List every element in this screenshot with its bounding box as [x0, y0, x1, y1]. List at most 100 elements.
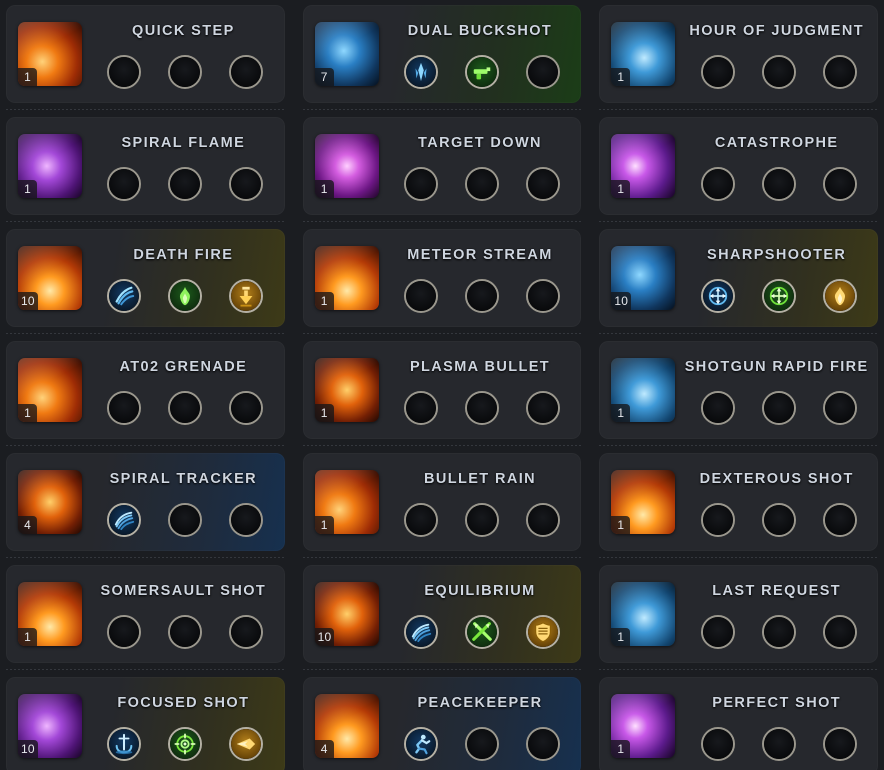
skill-card[interactable]: 1 QUICK STEP [6, 5, 285, 103]
skill-card[interactable]: 1 CATASTROPHE [599, 117, 878, 215]
rune-slot-empty[interactable] [700, 727, 735, 761]
skill-card[interactable]: 10 FOCUSED SHOT [6, 677, 285, 770]
rune-slot-green-gun-icon[interactable] [464, 55, 499, 89]
skill-icon[interactable]: 4 [18, 470, 82, 534]
rune-slot-empty[interactable] [525, 279, 560, 313]
rune-slot-empty[interactable] [761, 391, 796, 425]
skill-card[interactable]: 1 PERFECT SHOT [599, 677, 878, 770]
rune-slot-empty[interactable] [761, 727, 796, 761]
rune-slot-empty[interactable] [700, 167, 735, 201]
skill-cell[interactable]: 1 CATASTROPHE [593, 112, 884, 224]
rune-slot-empty[interactable] [107, 391, 142, 425]
skill-cell[interactable]: 1 LAST REQUEST [593, 560, 884, 672]
rune-slot-empty[interactable] [761, 167, 796, 201]
rune-slot-empty[interactable] [168, 503, 203, 537]
rune-slot-empty[interactable] [822, 615, 857, 649]
skill-card[interactable]: 10 SHARPSHOOTER [599, 229, 878, 327]
rune-slot-empty[interactable] [700, 503, 735, 537]
rune-slot-empty[interactable] [107, 615, 142, 649]
rune-slot-green-target-icon[interactable] [168, 727, 203, 761]
rune-slot-empty[interactable] [464, 503, 499, 537]
rune-slot-empty[interactable] [229, 503, 264, 537]
skill-card[interactable]: 1 PLASMA BULLET [302, 341, 582, 439]
skill-card[interactable]: 1 HOUR OF JUDGMENT [599, 5, 878, 103]
rune-slot-empty[interactable] [404, 391, 439, 425]
skill-icon[interactable]: 10 [611, 246, 676, 310]
skill-card[interactable]: 10 EQUILIBRIUM [302, 565, 582, 663]
rune-slot-blue-anchor-icon[interactable] [107, 727, 142, 761]
rune-slot-empty[interactable] [822, 503, 857, 537]
skill-card[interactable]: 1 METEOR STREAM [302, 229, 582, 327]
skill-icon[interactable]: 1 [611, 694, 676, 758]
skill-icon[interactable]: 1 [314, 246, 379, 310]
skill-icon[interactable]: 4 [314, 694, 379, 758]
skill-cell[interactable]: 4 PEACEKEEPER [297, 672, 588, 770]
skill-icon[interactable]: 1 [18, 134, 82, 198]
skill-cell[interactable]: 1 SHOTGUN RAPID FIRE [593, 336, 884, 448]
rune-slot-blue-claw-icon[interactable] [107, 279, 142, 313]
rune-slot-empty[interactable] [404, 167, 439, 201]
rune-slot-green-flame-icon[interactable] [168, 279, 203, 313]
rune-slot-empty[interactable] [229, 55, 264, 89]
rune-slot-empty[interactable] [464, 391, 499, 425]
rune-slot-empty[interactable] [761, 55, 796, 89]
skill-cell[interactable]: 7 DUAL BUCKSHOT [297, 0, 588, 112]
rune-slot-empty[interactable] [168, 391, 203, 425]
skill-cell[interactable]: 1 TARGET DOWN [297, 112, 588, 224]
rune-slot-empty[interactable] [822, 167, 857, 201]
rune-slot-empty[interactable] [229, 167, 264, 201]
skill-cell[interactable]: 1 PLASMA BULLET [297, 336, 588, 448]
rune-slot-empty[interactable] [168, 55, 203, 89]
rune-slot-empty[interactable] [107, 167, 142, 201]
rune-slot-empty[interactable] [700, 615, 735, 649]
rune-slot-empty[interactable] [107, 55, 142, 89]
skill-icon[interactable]: 1 [611, 470, 676, 534]
skill-card[interactable]: 1 TARGET DOWN [302, 117, 582, 215]
skill-icon[interactable]: 1 [611, 134, 676, 198]
skill-icon[interactable]: 1 [611, 358, 676, 422]
skill-cell[interactable]: 1 SOMERSAULT SHOT [0, 560, 291, 672]
rune-slot-empty[interactable] [761, 503, 796, 537]
rune-slot-empty[interactable] [525, 727, 560, 761]
skill-cell[interactable]: 1 AT02 GRENADE [0, 336, 291, 448]
rune-slot-gold-shield-icon[interactable] [525, 615, 560, 649]
rune-slot-empty[interactable] [822, 391, 857, 425]
skill-cell[interactable]: 1 DEXTEROUS SHOT [593, 448, 884, 560]
skill-card[interactable]: 4 SPIRAL TRACKER [6, 453, 285, 551]
rune-slot-empty[interactable] [700, 391, 735, 425]
skill-cell[interactable]: 10 FOCUSED SHOT [0, 672, 291, 770]
skill-cell[interactable]: 4 SPIRAL TRACKER [0, 448, 291, 560]
rune-slot-empty[interactable] [700, 55, 735, 89]
skill-card[interactable]: 1 AT02 GRENADE [6, 341, 285, 439]
skill-icon[interactable]: 1 [611, 582, 676, 646]
skill-card[interactable]: 1 SHOTGUN RAPID FIRE [599, 341, 878, 439]
rune-slot-gold-arrow-down-icon[interactable] [229, 279, 264, 313]
skill-cell[interactable]: 1 BULLET RAIN [297, 448, 588, 560]
skill-card[interactable]: 4 PEACEKEEPER [302, 677, 582, 770]
rune-slot-empty[interactable] [464, 727, 499, 761]
skill-icon[interactable]: 1 [314, 470, 379, 534]
skill-icon[interactable]: 1 [18, 358, 82, 422]
rune-slot-empty[interactable] [525, 503, 560, 537]
skill-card[interactable]: 1 SOMERSAULT SHOT [6, 565, 285, 663]
skill-cell[interactable]: 1 PERFECT SHOT [593, 672, 884, 770]
skill-icon[interactable]: 10 [18, 246, 82, 310]
skill-card[interactable]: 7 DUAL BUCKSHOT [302, 5, 582, 103]
skill-icon[interactable]: 1 [314, 358, 379, 422]
rune-slot-empty[interactable] [525, 167, 560, 201]
skill-icon[interactable]: 7 [314, 22, 379, 86]
skill-cell[interactable]: 10 EQUILIBRIUM [297, 560, 588, 672]
rune-slot-blue-runner-icon[interactable] [404, 727, 439, 761]
skill-card[interactable]: 10 DEATH FIRE [6, 229, 285, 327]
rune-slot-empty[interactable] [822, 727, 857, 761]
rune-slot-green-cross-icon[interactable] [464, 615, 499, 649]
rune-slot-blue-wave-icon[interactable] [404, 615, 439, 649]
rune-slot-empty[interactable] [464, 167, 499, 201]
rune-slot-empty[interactable] [168, 167, 203, 201]
rune-slot-blue-expand-icon[interactable] [700, 279, 735, 313]
skill-card[interactable]: 1 LAST REQUEST [599, 565, 878, 663]
skill-cell[interactable]: 1 HOUR OF JUDGMENT [593, 0, 884, 112]
rune-slot-green-expand-icon[interactable] [761, 279, 796, 313]
rune-slot-empty[interactable] [464, 279, 499, 313]
skill-card[interactable]: 1 DEXTEROUS SHOT [599, 453, 878, 551]
